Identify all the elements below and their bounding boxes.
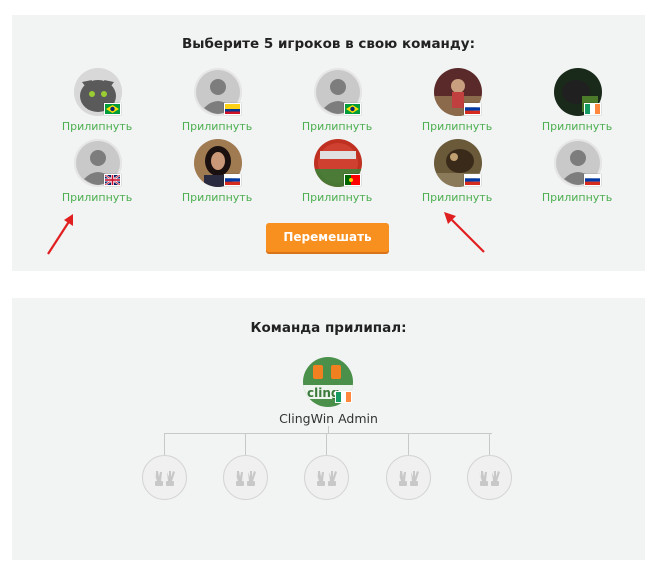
brazil-flag-icon xyxy=(104,103,121,115)
shuffle-button[interactable]: Перемешать xyxy=(266,223,389,252)
stick-link[interactable]: Прилипнуть xyxy=(402,191,512,204)
team-panel: Команда прилипал: cling ClingWin Admin xyxy=(12,298,645,560)
tree-branch xyxy=(408,433,409,455)
player-card: Прилипнуть xyxy=(402,139,512,205)
empty-slot[interactable] xyxy=(386,455,431,500)
tree-bar xyxy=(164,433,492,434)
hands-icon xyxy=(479,471,500,486)
player-card: Прилипнуть xyxy=(42,139,152,205)
stick-link[interactable]: Прилипнуть xyxy=(522,191,632,204)
team-title: Команда прилипал: xyxy=(250,320,407,336)
hands-icon xyxy=(398,471,419,486)
stick-link[interactable]: Прилипнуть xyxy=(282,191,392,204)
russia-flag-icon xyxy=(464,103,481,115)
empty-slot[interactable] xyxy=(304,455,349,500)
player-card: Прилипнуть xyxy=(522,139,632,205)
russia-flag-icon xyxy=(584,174,601,186)
stick-link[interactable]: Прилипнуть xyxy=(162,120,272,133)
empty-slot[interactable] xyxy=(467,455,512,500)
player-card: Прилипнуть xyxy=(522,68,632,134)
empty-slot[interactable] xyxy=(142,455,187,500)
tree-branch xyxy=(326,433,327,455)
russia-flag-icon xyxy=(224,174,241,186)
hands-icon xyxy=(316,471,337,486)
hands-icon xyxy=(154,471,175,486)
player-card: Прилипнуть xyxy=(402,68,512,134)
arrow-annotation xyxy=(47,214,73,255)
stick-link[interactable]: Прилипнуть xyxy=(282,120,392,133)
brazil-flag-icon xyxy=(344,103,361,115)
stick-link[interactable]: Прилипнуть xyxy=(522,120,632,133)
tree-branch xyxy=(245,433,246,455)
portugal-flag-icon xyxy=(344,174,361,186)
tree-branch xyxy=(489,433,490,455)
player-card: Прилипнуть xyxy=(282,139,392,205)
russia-flag-icon xyxy=(464,174,481,186)
player-card: Прилипнуть xyxy=(162,68,272,134)
ireland-flag-icon xyxy=(584,103,601,115)
stick-link[interactable]: Прилипнуть xyxy=(42,120,152,133)
admin-name: ClingWin Admin xyxy=(279,411,378,426)
arrow-annotation xyxy=(444,212,485,253)
player-card: Прилипнуть xyxy=(162,139,272,205)
stick-link[interactable]: Прилипнуть xyxy=(402,120,512,133)
player-selection-panel: Выберите 5 игроков в свою команду: Прили… xyxy=(12,15,645,271)
stick-link[interactable]: Прилипнуть xyxy=(162,191,272,204)
uk-flag-icon xyxy=(104,174,121,186)
player-card: Прилипнуть xyxy=(42,68,152,134)
colombia-flag-icon xyxy=(224,103,241,115)
player-card: Прилипнуть xyxy=(282,68,392,134)
selection-title: Выберите 5 игроков в свою команду: xyxy=(181,36,475,52)
stick-link[interactable]: Прилипнуть xyxy=(42,191,152,204)
tree-branch xyxy=(164,433,165,455)
hands-icon xyxy=(235,471,256,486)
ireland-flag-icon xyxy=(335,391,352,403)
empty-slot[interactable] xyxy=(223,455,268,500)
